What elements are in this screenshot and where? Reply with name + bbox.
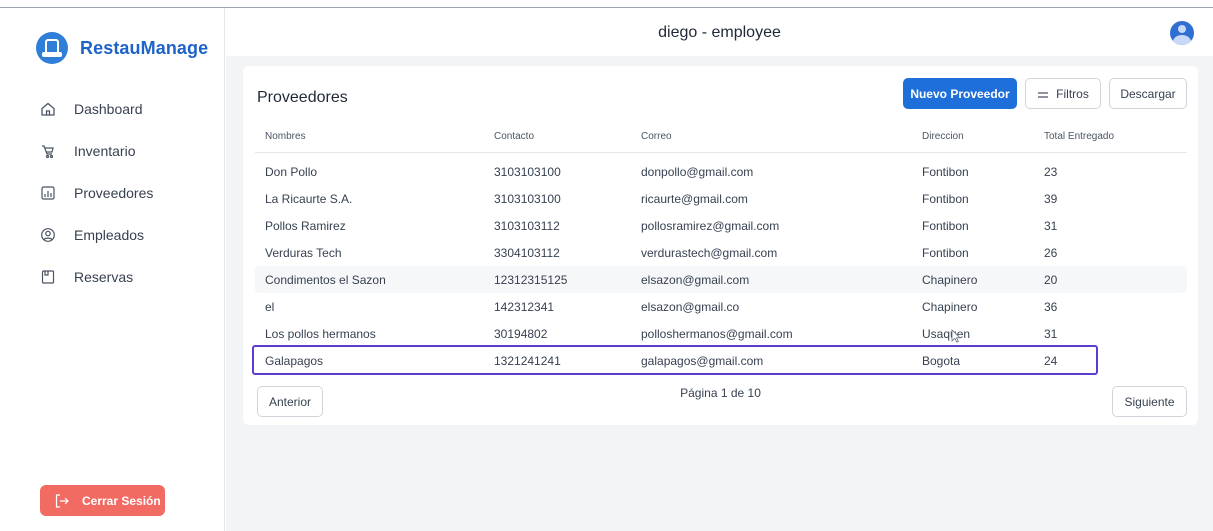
cell-total: 31 bbox=[1044, 326, 1058, 341]
sidebar-item-label: Proveedores bbox=[74, 185, 154, 201]
cell-nombre: Don Pollo bbox=[265, 164, 318, 179]
top-header: diego - employee bbox=[226, 8, 1213, 56]
sidebar-item-label: Dashboard bbox=[74, 101, 143, 117]
cell-total: 36 bbox=[1044, 299, 1058, 314]
providers-table: Nombres Contacto Correo Direccion Total … bbox=[255, 122, 1187, 374]
cell-nombre: Verduras Tech bbox=[265, 245, 342, 260]
new-provider-button[interactable]: Nuevo Proveedor bbox=[903, 78, 1017, 109]
cell-direccion: Fontibon bbox=[922, 245, 969, 260]
logout-icon bbox=[54, 493, 70, 509]
logout-label: Cerrar Sesión bbox=[82, 493, 161, 508]
cell-contacto: 1321241241 bbox=[494, 353, 561, 368]
table-row[interactable]: Verduras Tech 3304103112 verdurastech@gm… bbox=[255, 239, 1187, 266]
cell-contacto: 3103103100 bbox=[494, 191, 561, 206]
cell-correo: galapagos@gmail.com bbox=[641, 353, 764, 368]
cell-direccion: Usaquen bbox=[922, 326, 971, 341]
cell-correo: elsazon@gmail.co bbox=[641, 299, 740, 314]
logout-button[interactable]: Cerrar Sesión bbox=[40, 485, 165, 516]
cell-total: 31 bbox=[1044, 218, 1058, 233]
main-area: diego - employee Proveedores Nuevo Prove… bbox=[226, 8, 1213, 531]
cell-nombre: Pollos Ramirez bbox=[265, 218, 346, 233]
sidebar: RestauManage Dashboard Inventario Provee… bbox=[0, 8, 225, 531]
cell-direccion: Chapinero bbox=[922, 299, 978, 314]
table-row[interactable]: Don Pollo 3103103100 donpollo@gmail.com … bbox=[255, 152, 1187, 185]
user-circle-icon bbox=[40, 227, 56, 243]
cell-correo: donpollo@gmail.com bbox=[641, 164, 754, 179]
pagination-label: Página 1 de 10 bbox=[680, 386, 761, 400]
sidebar-item-label: Inventario bbox=[74, 143, 136, 159]
cell-direccion: Fontibon bbox=[922, 191, 969, 206]
sidebar-item-label: Empleados bbox=[74, 227, 145, 243]
cell-total: 24 bbox=[1044, 353, 1058, 368]
sidebar-item-empleados[interactable]: Empleados bbox=[40, 214, 153, 256]
cell-correo: ricaurte@gmail.com bbox=[641, 191, 748, 206]
cell-contacto: 3103103112 bbox=[494, 218, 560, 233]
cell-correo: pollosramirez@gmail.com bbox=[641, 218, 780, 233]
sidebar-item-dashboard[interactable]: Dashboard bbox=[40, 88, 153, 130]
table-row-hovered[interactable]: Condimentos el Sazon 12312315125 elsazon… bbox=[255, 266, 1187, 293]
cell-contacto: 12312315125 bbox=[484, 266, 631, 293]
cell-correo: elsazon@gmail.com bbox=[631, 266, 912, 293]
column-header-direccion[interactable]: Direccion bbox=[912, 122, 1034, 153]
table-row[interactable]: Los pollos hermanos 30194802 pollosherma… bbox=[255, 320, 1187, 347]
cell-total: 39 bbox=[1044, 191, 1058, 206]
cell-direccion: Chapinero bbox=[912, 266, 1034, 293]
next-page-button[interactable]: Siguiente bbox=[1112, 386, 1187, 417]
document-icon bbox=[40, 269, 56, 285]
restaurant-logo-icon bbox=[36, 32, 68, 64]
table-header-row: Nombres Contacto Correo Direccion Total … bbox=[255, 122, 1187, 153]
sidebar-item-label: Reservas bbox=[74, 269, 134, 285]
column-header-correo[interactable]: Correo bbox=[631, 122, 912, 153]
cell-contacto: 3304103112 bbox=[494, 245, 560, 260]
filters-button[interactable]: Filtros bbox=[1025, 78, 1101, 109]
providers-card: Proveedores Nuevo Proveedor Filtros Desc… bbox=[243, 66, 1198, 425]
brand[interactable]: RestauManage bbox=[36, 32, 208, 64]
sidebar-item-inventario[interactable]: Inventario bbox=[40, 130, 153, 172]
brand-name: RestauManage bbox=[80, 37, 209, 58]
table-row[interactable]: Pollos Ramirez 3103103112 pollosramirez@… bbox=[255, 212, 1187, 239]
sidebar-nav: Dashboard Inventario Proveedores Emplead… bbox=[40, 88, 153, 298]
download-button[interactable]: Descargar bbox=[1109, 78, 1187, 109]
cell-contacto: 30194802 bbox=[494, 326, 548, 341]
cell-contacto: 142312341 bbox=[494, 299, 555, 314]
page-title: Proveedores bbox=[257, 89, 348, 106]
cell-nombre: Galapagos bbox=[265, 353, 324, 368]
mouse-pointer-icon bbox=[951, 329, 961, 343]
page-user-title: diego - employee bbox=[658, 24, 781, 41]
table-row-selected[interactable]: Galapagos 1321241241 galapagos@gmail.com… bbox=[255, 347, 1187, 374]
cell-nombre: el bbox=[265, 299, 275, 314]
column-header-nombres[interactable]: Nombres bbox=[255, 122, 484, 153]
cell-direccion: Fontibon bbox=[922, 164, 969, 179]
filters-label: Filtros bbox=[1056, 86, 1089, 101]
cell-nombre: Condimentos el Sazon bbox=[255, 266, 484, 293]
cell-total: 26 bbox=[1044, 245, 1058, 260]
cell-direccion: Bogota bbox=[922, 353, 961, 368]
cell-direccion: Fontibon bbox=[922, 218, 969, 233]
cell-contacto: 3103103100 bbox=[494, 164, 561, 179]
bar-chart-icon bbox=[40, 185, 56, 201]
table-row[interactable]: La Ricaurte S.A. 3103103100 ricaurte@gma… bbox=[255, 185, 1187, 212]
avatar[interactable] bbox=[1170, 21, 1194, 45]
column-header-contacto[interactable]: Contacto bbox=[484, 122, 631, 153]
cell-correo: verdurastech@gmail.com bbox=[641, 245, 778, 260]
cart-icon bbox=[40, 143, 56, 159]
cell-correo: polloshermanos@gmail.com bbox=[641, 326, 793, 341]
cell-nombre: Los pollos hermanos bbox=[265, 326, 376, 341]
previous-page-button[interactable]: Anterior bbox=[257, 386, 323, 417]
table-row[interactable]: el 142312341 elsazon@gmail.co Chapinero … bbox=[255, 293, 1187, 320]
cell-total: 20 bbox=[1034, 266, 1187, 293]
sidebar-item-proveedores[interactable]: Proveedores bbox=[40, 172, 153, 214]
filter-lines-icon bbox=[1037, 89, 1049, 99]
cell-total: 23 bbox=[1044, 164, 1058, 179]
home-icon bbox=[40, 101, 56, 117]
cell-nombre: La Ricaurte S.A. bbox=[265, 191, 353, 206]
column-header-total[interactable]: Total Entregado bbox=[1034, 122, 1187, 153]
sidebar-item-reservas[interactable]: Reservas bbox=[40, 256, 153, 298]
